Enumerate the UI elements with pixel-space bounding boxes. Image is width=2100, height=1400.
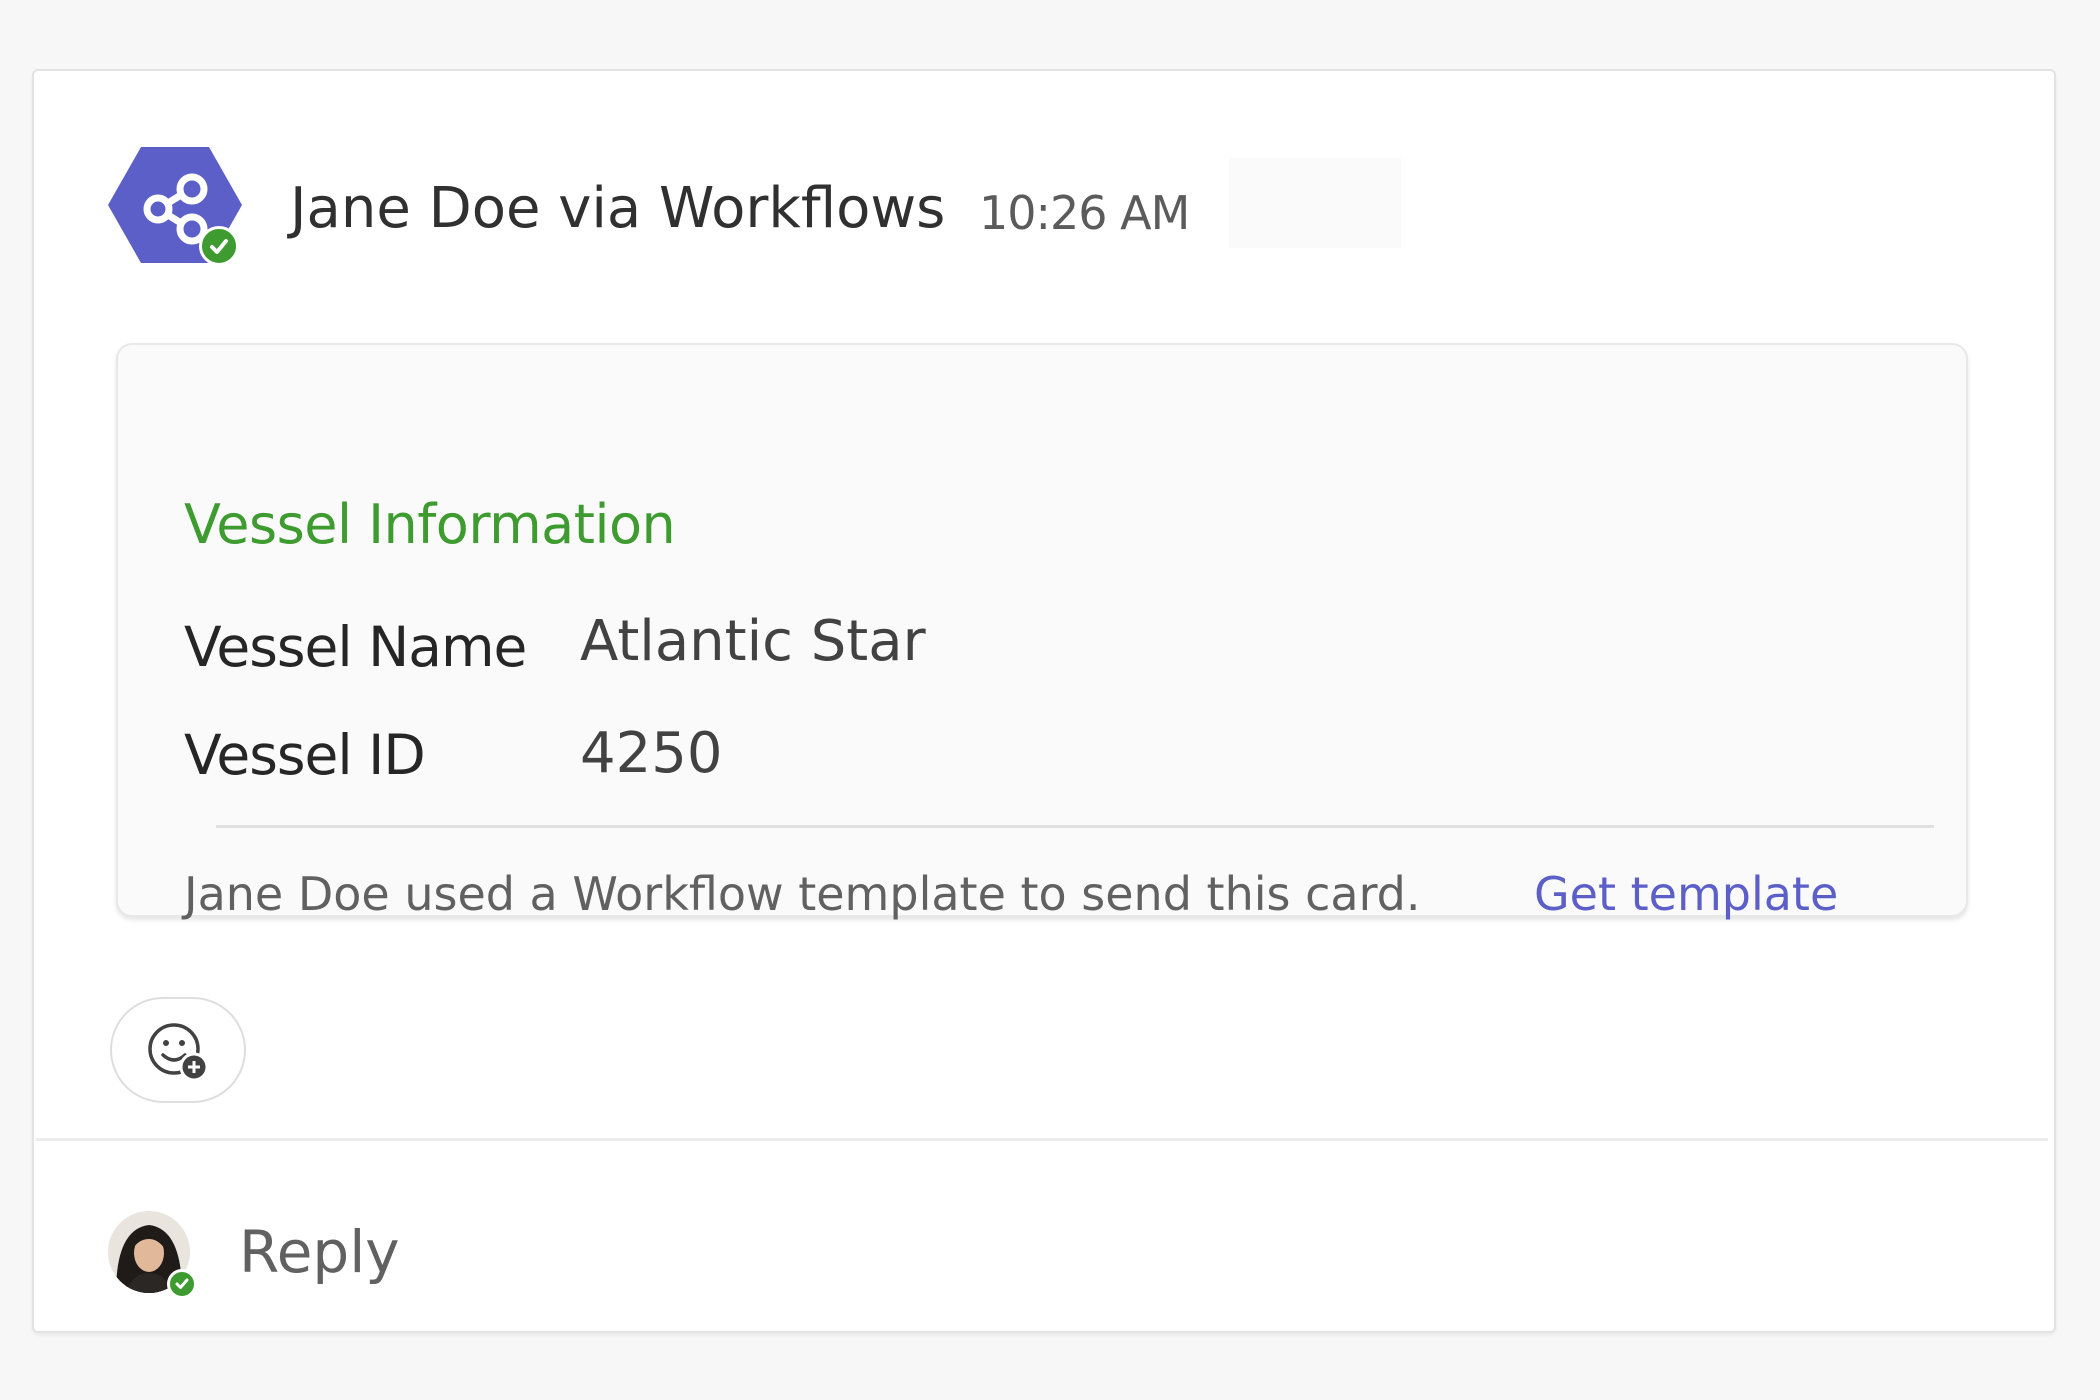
adaptive-card: Vessel Information Vessel Name Atlantic … — [116, 343, 1968, 921]
card-attribution-text: Jane Doe used a Workflow template to sen… — [184, 867, 1421, 921]
fact-value-vessel-name: Atlantic Star — [580, 609, 926, 674]
message-timestamp: 10:26 AM — [979, 186, 1190, 240]
fact-label-vessel-id: Vessel ID — [184, 723, 426, 787]
get-template-link[interactable]: Get template — [1534, 864, 1838, 924]
thread-divider — [36, 1138, 2048, 1141]
add-reaction-button[interactable] — [110, 997, 246, 1103]
sender-name[interactable]: Jane Doe via Workflows — [290, 173, 945, 245]
presence-available-icon — [199, 226, 239, 266]
page: Jane Doe via Workflows 10:26 AM Vessel I… — [0, 0, 2100, 1400]
message-thread: Jane Doe via Workflows 10:26 AM Vessel I… — [32, 69, 2056, 1333]
fact-value-vessel-id: 4250 — [580, 721, 723, 786]
fact-label-vessel-name: Vessel Name — [184, 615, 527, 679]
header-placeholder — [1229, 158, 1401, 248]
presence-available-icon — [167, 1269, 197, 1299]
emoji-add-icon — [148, 1023, 209, 1082]
card-divider — [216, 825, 1934, 828]
card-title: Vessel Information — [184, 493, 676, 556]
reply-input[interactable]: Reply — [239, 1214, 400, 1290]
